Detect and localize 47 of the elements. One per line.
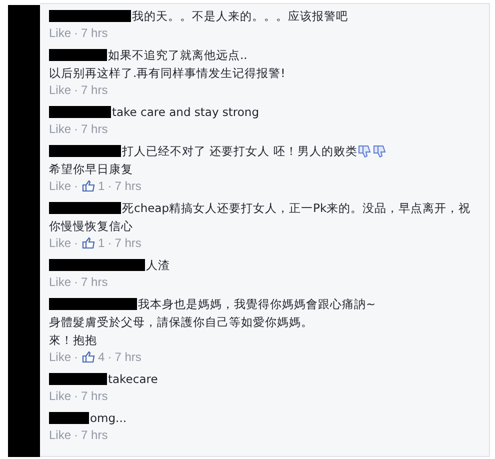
like-count: 1 (98, 236, 105, 250)
like-link[interactable]: Like (49, 350, 72, 364)
comment-text: 來！抱抱 (49, 332, 97, 348)
comment-text: 打人已经不对了 还要打女人 呸！男人的败类 (122, 144, 358, 158)
separator: · (74, 83, 78, 97)
timestamp: 7 hrs (81, 275, 108, 289)
separator: · (74, 236, 78, 250)
timestamp: 7 hrs (81, 122, 108, 136)
comment-text: 身體髮膚受於父母，請保護你自己等如愛你媽媽。 (49, 314, 313, 330)
separator: · (74, 26, 78, 40)
comment-text: 死cheap精搞女人还要打女人，正一Pk来的。没品，早点离开，祝 (122, 200, 471, 216)
comment-text: 希望你早日康复 (49, 162, 133, 176)
separator: · (74, 389, 78, 403)
separator: · (108, 236, 112, 250)
comment-text: omg... (90, 411, 127, 425)
timestamp: 7 hrs (114, 179, 142, 193)
like-link[interactable]: Like (49, 389, 72, 403)
separator: · (108, 350, 112, 364)
like-count: 1 (98, 179, 105, 193)
comment-text: 如果不追究了就离他远点.. (108, 48, 248, 62)
comment-text: 你慢慢恢复信心 (49, 218, 133, 234)
timestamp: 7 hrs (81, 428, 108, 442)
comment-text: takecare (108, 372, 158, 386)
separator: · (74, 428, 78, 442)
timestamp: 7 hrs (114, 350, 142, 364)
separator: · (74, 179, 78, 193)
like-link[interactable]: Like (49, 83, 72, 97)
like-link[interactable]: Like (49, 428, 72, 442)
comment-text: take care and stay strong (112, 105, 260, 119)
like-link[interactable]: Like (49, 179, 72, 193)
comment-text: 以后别再这样了.再有同样事情发生记得报警! (49, 66, 286, 80)
like-link[interactable]: Like (49, 122, 72, 136)
timestamp: 7 hrs (114, 236, 142, 250)
comment-text: 我本身也是媽媽，我覺得你媽媽會跟心痛訥~ (138, 296, 376, 312)
like-count: 4 (98, 350, 105, 364)
separator: · (74, 275, 78, 289)
timestamp: 7 hrs (81, 83, 108, 97)
timestamp: 7 hrs (81, 26, 108, 40)
like-link[interactable]: Like (49, 275, 72, 289)
comment-text: 我的天。。不是人来的。。。应该报警吧 (132, 8, 348, 24)
comment-text: 人渣 (146, 258, 170, 272)
separator: · (74, 122, 78, 136)
like-link[interactable]: Like (49, 26, 72, 40)
timestamp: 7 hrs (81, 389, 108, 403)
separator: · (108, 179, 112, 193)
separator: · (74, 350, 78, 364)
like-link[interactable]: Like (49, 236, 72, 250)
